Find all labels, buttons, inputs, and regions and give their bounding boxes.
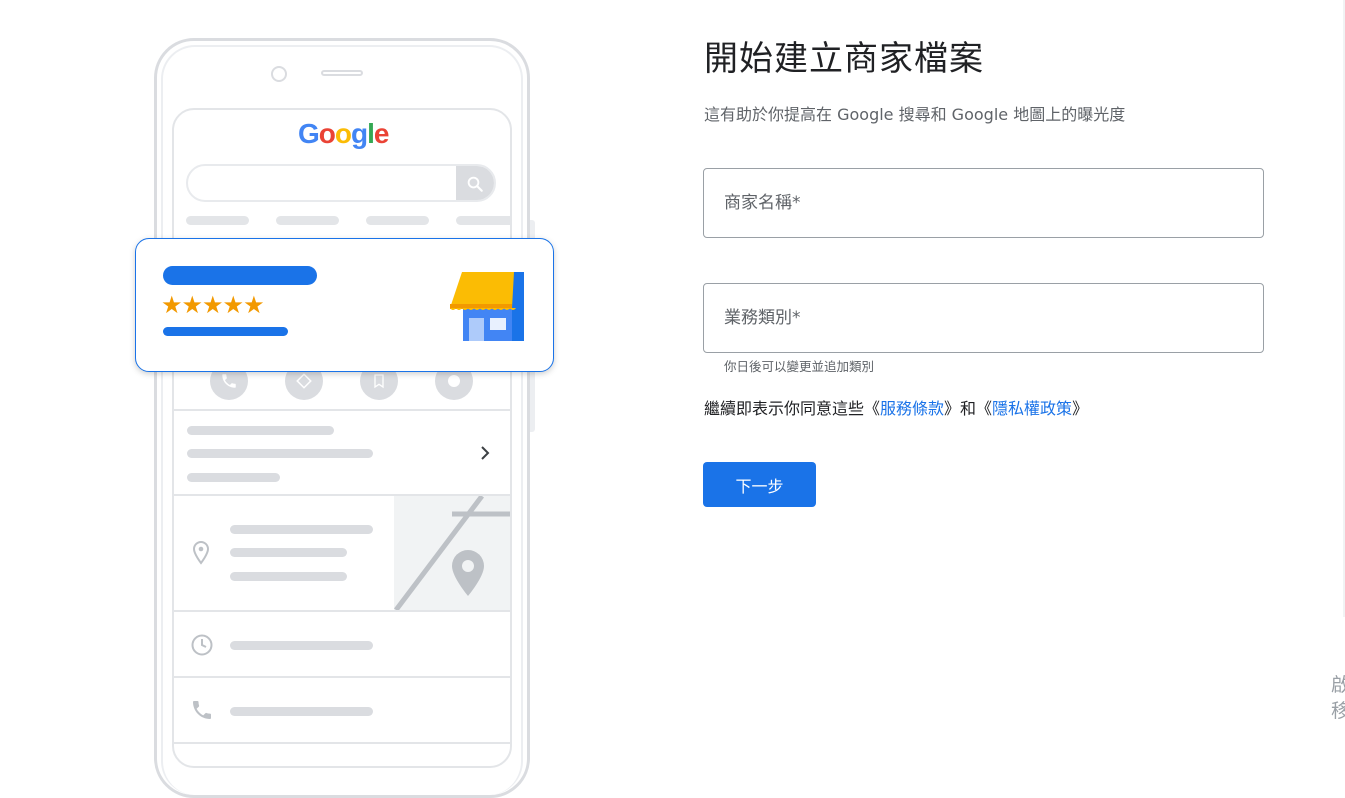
storefront-icon — [450, 272, 524, 341]
text-placeholder — [230, 572, 347, 581]
chip-placeholder — [456, 216, 512, 225]
next-button[interactable]: 下一步 — [703, 462, 816, 507]
text-placeholder — [230, 548, 347, 557]
chip-placeholder — [186, 216, 249, 225]
edge-text-line: 啟 — [1331, 674, 1345, 696]
edge-text: 啟 移 — [1331, 672, 1345, 724]
text-placeholder — [230, 525, 373, 534]
terms-middle: 》和《 — [944, 399, 993, 418]
page-subtitle: 這有助於你提高在 Google 搜尋和 Google 地圖上的曝光度 — [704, 105, 1126, 124]
terms-notice: 繼續即表示你同意這些《服務條款》和《隱私權政策》 — [704, 397, 1088, 421]
divider — [174, 676, 510, 678]
text-placeholder — [230, 707, 373, 716]
divider — [174, 409, 510, 411]
logo-letter-g: G — [298, 118, 320, 149]
divider — [174, 742, 510, 744]
rating-stars: ★★★★★ — [161, 291, 265, 319]
phone-icon — [193, 701, 211, 719]
logo-letter-o1: o — [318, 118, 336, 149]
logo-letter-e: e — [373, 118, 390, 149]
clock-icon — [191, 634, 213, 656]
logo-letter-l: l — [367, 118, 375, 149]
terms-of-service-link[interactable]: 服務條款 — [880, 399, 944, 418]
phone-camera — [271, 66, 287, 82]
search-icon — [456, 166, 494, 200]
business-category-field[interactable] — [703, 283, 1264, 353]
phone-screen — [172, 108, 512, 768]
illustration-searchbox — [186, 164, 496, 202]
edge-text-line: 移 — [1331, 700, 1345, 722]
text-placeholder — [187, 449, 373, 458]
google-logo: Google — [298, 118, 390, 150]
chip-placeholder — [276, 216, 339, 225]
chip-placeholder — [366, 216, 429, 225]
privacy-policy-link[interactable]: 隱私權政策 — [992, 399, 1072, 418]
text-placeholder — [187, 426, 334, 435]
divider — [174, 610, 510, 612]
business-name-bar — [163, 266, 317, 285]
category-hint: 你日後可以變更並追加類別 — [724, 359, 875, 374]
chevron-right-icon — [481, 446, 490, 460]
text-placeholder — [187, 473, 280, 482]
map-thumbnail — [394, 496, 510, 610]
logo-letter-g2: g — [351, 118, 368, 149]
page-title: 開始建立商家檔案 — [704, 39, 984, 79]
logo-letter-o2: o — [334, 118, 352, 149]
business-name-field[interactable] — [703, 168, 1264, 238]
business-name-input[interactable] — [704, 169, 1263, 237]
location-pin-icon — [192, 540, 210, 565]
phone-speaker — [321, 70, 363, 76]
terms-prefix: 繼續即表示你同意這些《 — [704, 399, 881, 418]
business-category-input[interactable] — [704, 284, 1263, 352]
business-detail-bar — [163, 327, 288, 336]
terms-suffix: 》 — [1072, 399, 1089, 418]
text-placeholder — [230, 641, 373, 650]
